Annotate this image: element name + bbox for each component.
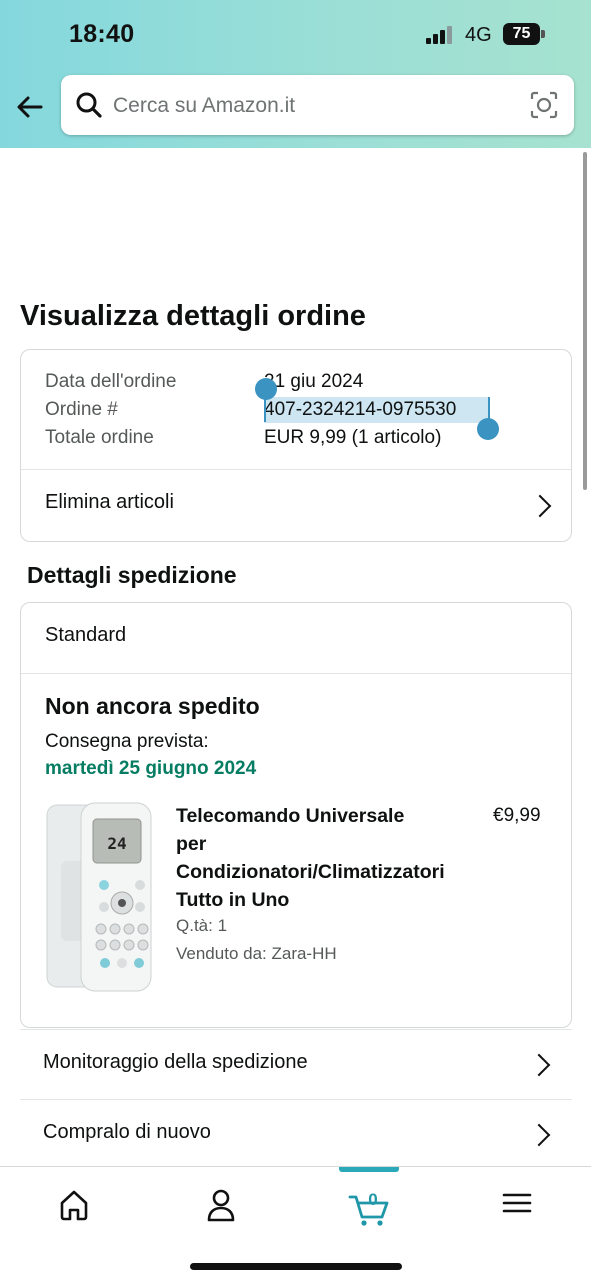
- search-placeholder: Cerca su Amazon.it: [113, 94, 296, 117]
- search-input[interactable]: Cerca su Amazon.it: [61, 75, 574, 135]
- order-number-label: Ordine #: [45, 399, 118, 420]
- camera-scan-icon[interactable]: [530, 91, 558, 119]
- remote-display-value: 24: [107, 834, 126, 853]
- order-total-label: Totale ordine: [45, 427, 154, 448]
- cart-icon[interactable]: 0: [339, 1183, 399, 1227]
- selection-start-handle[interactable]: [255, 378, 277, 400]
- order-date-value: 21 giu 2024: [264, 371, 364, 392]
- signal-icon: [426, 26, 456, 44]
- buy-again-row[interactable]: Compralo di nuovo: [20, 1099, 572, 1169]
- product-title[interactable]: Telecomando Universale per Condizionator…: [176, 802, 476, 914]
- shipment-card: Standard Non ancora spedito Consegna pre…: [20, 602, 572, 1028]
- order-total-value: EUR 9,99 (1 articolo): [264, 427, 442, 448]
- product-seller: Venduto da: Zara-HH: [176, 944, 337, 963]
- product-price: €9,99: [493, 805, 541, 826]
- active-tab-indicator: [339, 1167, 399, 1172]
- page-title: Visualizza dettagli ordine: [20, 300, 366, 332]
- order-number-value[interactable]: 407-2324214-0975530: [264, 399, 456, 421]
- order-summary-card: Data dell'ordine 21 giu 2024 Ordine # 40…: [20, 349, 572, 542]
- track-shipment-row[interactable]: Monitoraggio della spedizione: [20, 1029, 572, 1099]
- battery-icon: 75: [503, 23, 545, 45]
- battery-level: 75: [503, 23, 540, 45]
- product-quantity: Q.tà: 1: [176, 916, 228, 935]
- status-time: 18:40: [69, 20, 135, 48]
- account-icon[interactable]: [191, 1183, 251, 1227]
- scrollbar[interactable]: [583, 152, 587, 490]
- buy-again-label: Compralo di nuovo: [43, 1121, 211, 1143]
- expected-delivery-label: Consegna prevista:: [45, 731, 209, 752]
- track-shipment-label: Monitoraggio della spedizione: [43, 1051, 308, 1073]
- home-indicator-bar[interactable]: [190, 1263, 402, 1270]
- delete-items-label: Elimina articoli: [45, 491, 174, 513]
- shipping-section-title: Dettagli spedizione: [27, 562, 237, 588]
- shipment-status: Non ancora spedito: [45, 693, 260, 719]
- delete-items-row[interactable]: Elimina articoli: [21, 470, 571, 542]
- product-image[interactable]: 24: [45, 801, 153, 993]
- bottom-navigation: 0: [0, 1166, 591, 1280]
- network-type: 4G: [465, 24, 492, 46]
- expected-delivery-date: martedì 25 giugno 2024: [45, 758, 257, 779]
- cart-count: 0: [368, 1190, 377, 1209]
- home-icon[interactable]: [44, 1183, 104, 1227]
- order-date-label: Data dell'ordine: [45, 371, 177, 392]
- shipping-method: Standard: [45, 624, 127, 646]
- back-arrow-icon[interactable]: [14, 90, 48, 124]
- search-icon: [75, 91, 103, 119]
- app-header: 18:40 4G 75 Cerca su Amazon.it: [0, 0, 591, 148]
- chevron-right-icon: [528, 494, 552, 518]
- menu-icon[interactable]: [487, 1183, 547, 1227]
- selection-end-handle[interactable]: [477, 418, 499, 440]
- chevron-right-icon: [527, 1123, 551, 1147]
- chevron-right-icon: [527, 1053, 551, 1077]
